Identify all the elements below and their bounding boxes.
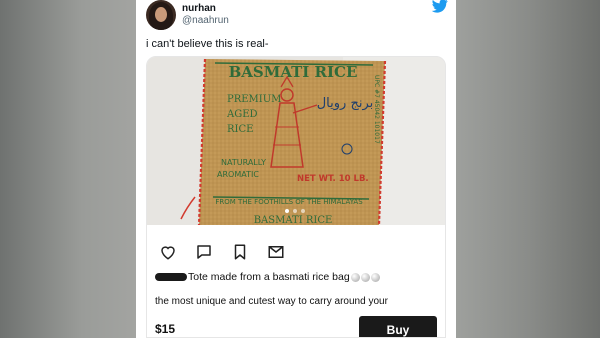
tweet-text: i can't believe this is real-: [146, 38, 269, 50]
comment-icon[interactable]: [195, 243, 213, 261]
redacted-username: [155, 273, 187, 282]
bag-bottom-text: BASMATI RICE: [254, 215, 333, 225]
carousel-dots[interactable]: [285, 209, 305, 213]
message-icon[interactable]: [267, 243, 285, 261]
tweet-card: nurhan @naahrun i can't believe this is …: [136, 0, 456, 338]
bag-brand-text: BASMATI RICE: [229, 63, 358, 81]
bag-weight-text: NET WT. 10 LB.: [297, 174, 369, 184]
twitter-bird-icon: [432, 0, 448, 13]
heart-icon[interactable]: [159, 243, 177, 261]
bag-upc-text: UPC #7 45042 101017: [373, 75, 380, 144]
buy-button[interactable]: Buy: [359, 316, 437, 337]
bag-naturally-text: NATURALLY: [221, 158, 266, 167]
action-bar: [159, 243, 285, 261]
author-handle[interactable]: @naahrun: [182, 15, 229, 26]
listing-caption: Tote made from a basmati rice bag: [155, 271, 380, 283]
rice-bag-image: BASMATI RICE PREMIUM AGED RICE برنج رویا…: [147, 57, 445, 225]
bag-footer-text: FROM THE FOOTHILLS OF THE HIMALAYAS: [215, 198, 363, 206]
bag-premium-text: PREMIUM: [227, 94, 281, 105]
pearl-emoji-icon: [350, 272, 360, 282]
author-display-name[interactable]: nurhan: [182, 3, 216, 14]
background-right: [456, 0, 600, 338]
listing-description: the most unique and cutest way to carry …: [155, 296, 388, 307]
bag-rice-text: RICE: [227, 124, 253, 135]
listing-caption-text: Tote made from a basmati rice bag: [188, 271, 350, 283]
pearl-emoji-icon: [360, 272, 370, 282]
background-left: [0, 0, 136, 338]
bag-aromatic-text: AROMATIC: [217, 170, 259, 179]
listing-price: $15: [155, 322, 176, 336]
avatar[interactable]: [146, 0, 176, 30]
bag-arabic-text: برنج رویال: [317, 96, 374, 111]
pearl-emoji-icon: [370, 272, 380, 282]
bookmark-icon[interactable]: [231, 243, 249, 261]
bag-aged-text: AGED: [226, 109, 258, 120]
product-photo[interactable]: BASMATI RICE PREMIUM AGED RICE برنج رویا…: [147, 57, 445, 225]
shop-listing-card: BASMATI RICE PREMIUM AGED RICE برنج رویا…: [146, 56, 446, 338]
